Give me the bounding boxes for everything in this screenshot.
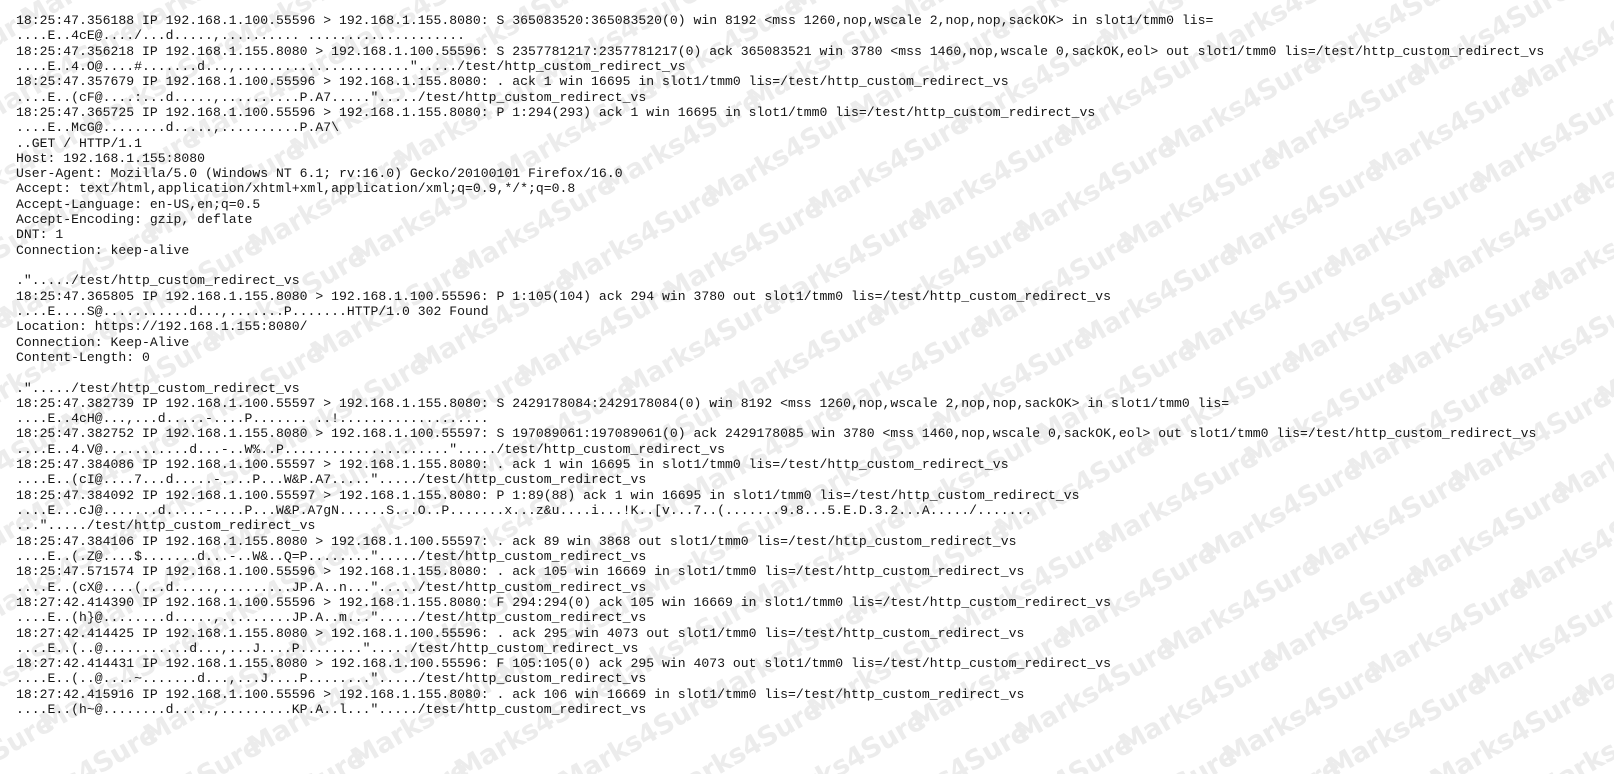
- log-line: 18:25:47.365725 IP 192.168.1.100.55596 >…: [16, 104, 1096, 120]
- log-line: ....E..(cX@....(...d.....,.........JP.A.…: [16, 579, 647, 595]
- log-line: 18:25:47.365805 IP 192.168.1.155.8080 > …: [16, 288, 1111, 304]
- log-line: Connection: Keep-Alive: [16, 334, 190, 350]
- log-line: Location: https://192.168.1.155:8080/: [16, 319, 308, 335]
- log-line: Accept-Language: en-US,en;q=0.5: [16, 196, 261, 212]
- log-line: ..."...../test/http_custom_redirect_vs: [16, 518, 316, 534]
- log-line: 18:27:42.414425 IP 192.168.1.155.8080 > …: [16, 625, 1025, 641]
- log-line: ....E..(cF@....:...d.....,..........P.A7…: [16, 89, 647, 105]
- log-line: 18:25:47.356188 IP 192.168.1.100.55596 >…: [16, 13, 1214, 28]
- log-line: 18:25:47.382752 IP 192.168.1.155.8080 > …: [16, 426, 1537, 442]
- log-line: ....E..(cI@....7...d.....-....P...W&P.A7…: [16, 472, 647, 488]
- log-line: Accept: text/html,application/xhtml+xml,…: [16, 181, 576, 197]
- log-line: Content-Length: 0: [16, 349, 150, 365]
- log-line: 18:25:47.384106 IP 192.168.1.155.8080 > …: [16, 533, 1017, 549]
- log-line: ....E..4.O@....#.......d...,............…: [16, 58, 686, 74]
- log-line: 18:25:47.382739 IP 192.168.1.100.55597 >…: [16, 395, 1230, 411]
- log-line: ....E..(..@....~.......d...,...J....P...…: [16, 671, 647, 687]
- log-line: ....E..(h~@........d.....,.........KP.A.…: [16, 702, 647, 718]
- log-line: 18:25:47.571574 IP 192.168.1.100.55596 >…: [16, 564, 1025, 580]
- log-line: ....E..McG@........d.....,..........P.A7…: [16, 120, 339, 136]
- log-line: 18:27:42.415916 IP 192.168.1.100.55596 >…: [16, 686, 1025, 702]
- log-line: 18:25:47.384092 IP 192.168.1.100.55597 >…: [16, 487, 1080, 503]
- log-line: 18:25:47.356218 IP 192.168.1.155.8080 > …: [16, 43, 1545, 59]
- log-line: Accept-Encoding: gzip, deflate: [16, 212, 253, 228]
- log-line: User-Agent: Mozilla/5.0 (Windows NT 6.1;…: [16, 166, 623, 182]
- log-line: ....E..4cH@...,...d.....-....P....... ..…: [16, 411, 489, 427]
- log-line: ."...../test/http_custom_redirect_vs: [16, 380, 300, 396]
- log-line-blank: [16, 365, 1614, 380]
- log-line: ....E..4cE@..../...d.....,.......... ...…: [16, 28, 466, 44]
- log-line-blank: [16, 258, 1614, 273]
- log-line: ....E...cJ@.......d.....-....P...W&P.A7g…: [16, 503, 1033, 518]
- log-line: ."...../test/http_custom_redirect_vs: [16, 273, 300, 289]
- log-line: Host: 192.168.1.155:8080: [16, 150, 206, 166]
- log-line: 18:27:42.414390 IP 192.168.1.100.55596 >…: [16, 594, 1111, 610]
- log-line: DNT: 1: [16, 227, 64, 243]
- log-line: Connection: keep-alive: [16, 242, 190, 258]
- log-line: ....E..4.V@...........d...-..W%..P......…: [16, 441, 725, 457]
- log-line: ....E..(h}@........d.....,.........JP.A.…: [16, 610, 647, 626]
- log-line: 18:25:47.384086 IP 192.168.1.100.55597 >…: [16, 457, 1009, 473]
- log-line: ..GET / HTTP/1.1: [16, 135, 143, 151]
- log-line: 18:27:42.414431 IP 192.168.1.155.8080 > …: [16, 656, 1111, 672]
- tcpdump-capture-output: 18:25:47.356188 IP 192.168.1.100.55596 >…: [0, 0, 1614, 774]
- log-line: ....E....S@...........d...,.......P.....…: [16, 303, 489, 319]
- log-line: ....E..(.Z@....$.......d...-..W&..Q=P...…: [16, 548, 647, 564]
- log-line: ....E..(..@...........d...,...J....P....…: [16, 640, 639, 656]
- log-line: 18:25:47.357679 IP 192.168.1.100.55596 >…: [16, 74, 1009, 90]
